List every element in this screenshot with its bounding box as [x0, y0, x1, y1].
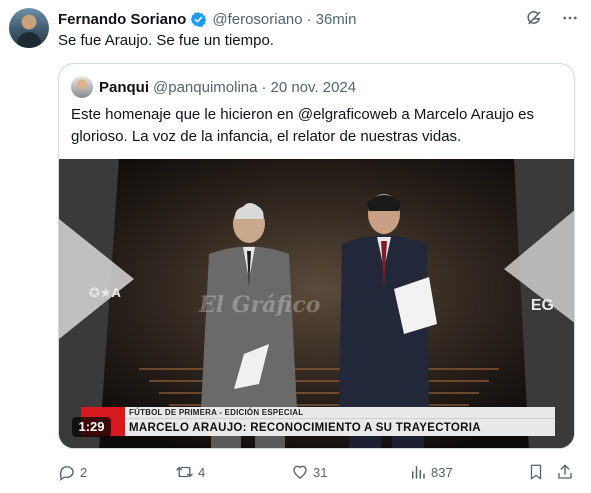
like-count: 31	[313, 464, 328, 480]
lower-third-title: MARCELO ARAUJO: RECONOCIMIENTO A SU TRAY…	[81, 418, 555, 436]
video-player[interactable]: ✪★A El Gráfico EG FÚTBOL DE PRIMERA - ED…	[59, 159, 574, 448]
quote-author-avatar[interactable]	[71, 76, 93, 98]
lower-third: FÚTBOL DE PRIMERA - EDICIÓN ESPECIAL MAR…	[81, 407, 555, 436]
quote-header: Panqui @panquimolina · 20 nov. 2024	[71, 76, 356, 98]
reply-count: 2	[80, 464, 88, 480]
share-icon	[558, 464, 572, 479]
channel-logo-right: EG	[530, 297, 554, 314]
author-avatar[interactable]	[9, 8, 49, 48]
separator-dot: ·	[306, 10, 312, 28]
bookmark-button[interactable]	[527, 461, 545, 483]
quoted-tweet[interactable]: Panqui @panquimolina · 20 nov. 2024 Este…	[58, 63, 575, 449]
share-button[interactable]	[556, 461, 574, 483]
bookmark-icon	[530, 464, 542, 480]
grok-icon[interactable]	[525, 9, 543, 27]
repost-icon	[176, 466, 193, 478]
tweet-time[interactable]: 36min	[316, 11, 357, 28]
channel-logo-left: ✪★A	[89, 285, 121, 300]
reply-icon	[59, 466, 74, 481]
views-icon	[412, 466, 425, 479]
tweet-actions: 2 4 31 837	[58, 461, 578, 483]
views-button[interactable]: 837	[409, 461, 453, 483]
reply-button[interactable]: 2	[58, 461, 87, 483]
quote-author-handle[interactable]: @panquimolina	[153, 79, 257, 96]
repost-count: 4	[198, 464, 206, 480]
tweet-text: Se fue Araujo. Se fue un tiempo.	[58, 32, 274, 49]
quote-date[interactable]: 20 nov. 2024	[270, 79, 356, 96]
header-actions	[525, 9, 579, 27]
tweet-header: Fernando Soriano @ferosoriano · 36min	[58, 9, 579, 29]
views-count: 837	[431, 464, 453, 480]
like-icon	[293, 465, 307, 479]
lower-third-subtitle: FÚTBOL DE PRIMERA - EDICIÓN ESPECIAL	[81, 407, 555, 418]
more-icon[interactable]	[561, 9, 579, 27]
author-name[interactable]: Fernando Soriano	[58, 11, 186, 28]
quote-author-name[interactable]: Panqui	[99, 79, 149, 96]
like-button[interactable]: 31	[291, 461, 327, 483]
quote-text: Este homenaje que le hicieron en @elgraf…	[71, 106, 534, 145]
quote-separator-dot: ·	[261, 78, 267, 96]
author-handle[interactable]: @ferosoriano	[212, 11, 302, 28]
video-watermark: El Gráfico	[199, 292, 321, 318]
verified-badge-icon	[190, 11, 207, 27]
video-duration-badge: 1:29	[72, 417, 111, 437]
repost-button[interactable]: 4	[175, 461, 205, 483]
